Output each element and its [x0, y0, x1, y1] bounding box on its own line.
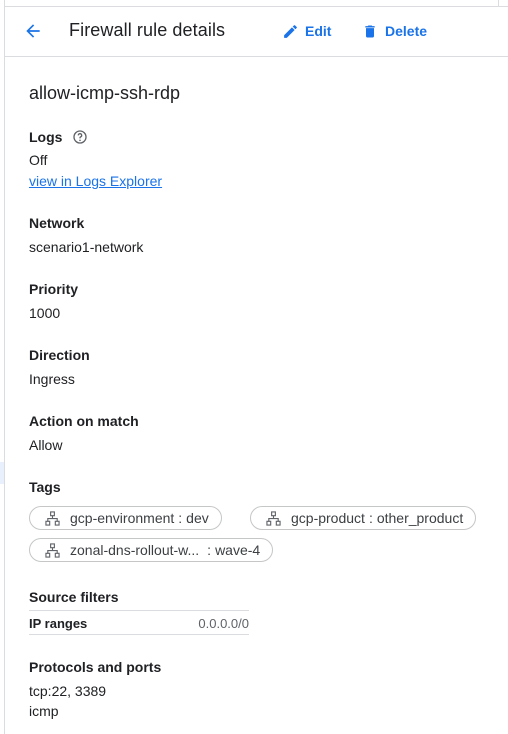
- protocols-value-line: icmp: [29, 703, 59, 719]
- delete-button[interactable]: Delete: [361, 22, 427, 40]
- back-button[interactable]: [19, 19, 47, 47]
- logs-label: Logs: [29, 129, 63, 145]
- help-icon[interactable]: [72, 129, 88, 145]
- left-rail-selection: [0, 462, 4, 484]
- hierarchy-icon: [44, 510, 60, 526]
- protocols-label: Protocols and ports: [29, 659, 162, 675]
- priority-label: Priority: [29, 281, 79, 297]
- logs-explorer-link[interactable]: view in Logs Explorer: [29, 173, 162, 189]
- logs-value: Off: [29, 152, 48, 168]
- tag-value: wave-4: [215, 542, 261, 558]
- logs-label-row: Logs: [29, 129, 88, 145]
- network-value: scenario1-network: [29, 239, 144, 255]
- tag-chip[interactable]: gcp-environment : dev: [29, 506, 222, 530]
- top-edge-corner: [498, 0, 508, 7]
- pencil-icon: [281, 22, 299, 40]
- left-rail: [0, 0, 5, 734]
- page-header: Firewall rule details Edit Delete: [5, 8, 508, 57]
- tag-chip[interactable]: zonal-dns-rollout-w... : wave-4: [29, 538, 274, 562]
- tag-key: gcp-environment: [70, 510, 175, 526]
- action-label: Action on match: [29, 413, 139, 429]
- ip-ranges-value: 0.0.0.0/0: [198, 616, 249, 631]
- protocols-value-line: tcp:22, 3389: [29, 683, 107, 699]
- tag-chip[interactable]: gcp-product : other_product: [250, 506, 477, 530]
- hierarchy-icon: [265, 510, 281, 526]
- ip-ranges-key: IP ranges: [29, 616, 88, 631]
- edit-button[interactable]: Edit: [281, 22, 331, 40]
- page-title: Firewall rule details: [69, 20, 226, 40]
- tag-value: other_product: [376, 510, 464, 526]
- tag-key: zonal-dns-rollout-w...: [70, 542, 200, 558]
- rule-name: allow-icmp-ssh-rdp: [29, 83, 181, 103]
- edit-label: Edit: [305, 23, 332, 39]
- tag-value: dev: [186, 510, 209, 526]
- tags-label: Tags: [29, 479, 61, 495]
- hierarchy-icon: [44, 542, 60, 558]
- tag-key: gcp-product: [291, 510, 365, 526]
- arrow-back-icon: [23, 21, 43, 46]
- source-filters-label: Source filters: [29, 589, 119, 605]
- action-value: Allow: [29, 437, 63, 453]
- network-label: Network: [29, 215, 85, 231]
- priority-value: 1000: [29, 305, 61, 321]
- direction-label: Direction: [29, 347, 90, 363]
- top-edge: [5, 0, 508, 7]
- trash-icon: [361, 22, 379, 40]
- direction-value: Ingress: [29, 371, 75, 387]
- delete-label: Delete: [385, 23, 428, 39]
